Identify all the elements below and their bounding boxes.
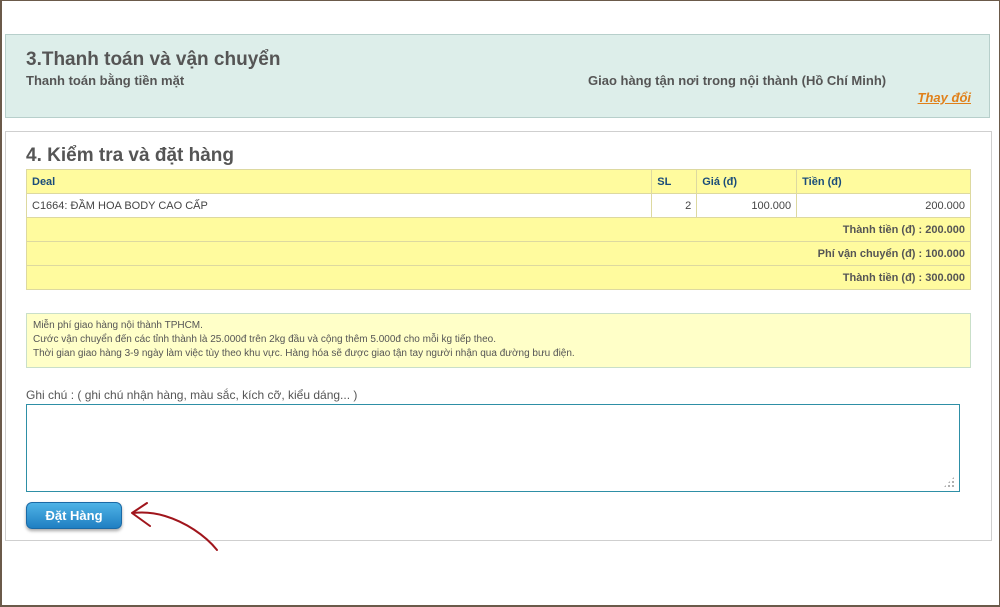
- shipping-method-text: Giao hàng tận nơi trong nội thành (Hồ Ch…: [588, 73, 887, 88]
- subtotal-text: Thành tiền (đ) : 200.000: [26, 217, 971, 242]
- note-line: Miễn phí giao hàng nội thành TPHCM.: [33, 320, 203, 331]
- cell-deal: C1664: ĐẦM HOA BODY CAO CẤP: [25, 193, 653, 218]
- column-header-amount: Tiền (đ): [796, 169, 971, 194]
- column-header-qty: SL: [651, 169, 698, 194]
- table-row: C1664: ĐẦM HOA BODY CAO CẤP 2 100.000 20…: [25, 193, 971, 218]
- cell-amount: 200.000: [796, 193, 971, 218]
- comment-textarea[interactable]: [26, 404, 960, 492]
- shipping-fee-row: Phí vận chuyển (đ) : 100.000: [26, 241, 971, 266]
- note-line: Thời gian giao hàng 3-9 ngày làm việc tù…: [33, 348, 575, 359]
- note-line: Cước vận chuyển đến các tỉnh thành là 25…: [33, 334, 496, 345]
- cart-table: Deal SL Giá (đ) Tiền (đ) C1664: ĐẦM HOA …: [25, 169, 971, 290]
- review-order-section: 4. Kiểm tra và đặt hàng Deal SL Giá (đ) …: [5, 131, 992, 541]
- payment-shipping-section: 3.Thanh toán và vận chuyển Thanh toán bằ…: [5, 34, 990, 118]
- place-order-button[interactable]: Đặt Hàng: [26, 502, 122, 529]
- payment-method-text: Thanh toán bằng tiền mặt: [26, 73, 185, 88]
- section-title-payment-shipping: 3.Thanh toán và vận chuyển: [26, 49, 281, 70]
- comment-label: Ghi chú : ( ghi chú nhận hàng, màu sắc, …: [26, 388, 358, 402]
- total-row: Thành tiền (đ) : 300.000: [26, 265, 971, 290]
- subtotal-row: Thành tiền (đ) : 200.000: [26, 217, 971, 242]
- total-text: Thành tiền (đ) : 300.000: [26, 265, 971, 290]
- table-header-row: Deal SL Giá (đ) Tiền (đ): [25, 169, 971, 194]
- cell-price: 100.000: [696, 193, 798, 218]
- section-title-review-order: 4. Kiểm tra và đặt hàng: [26, 145, 235, 166]
- change-link[interactable]: Thay đổi: [918, 90, 971, 105]
- column-header-price: Giá (đ): [696, 169, 798, 194]
- column-header-deal: Deal: [25, 169, 653, 194]
- cell-qty: 2: [651, 193, 698, 218]
- shipping-fee-text: Phí vận chuyển (đ) : 100.000: [26, 241, 971, 266]
- shipping-note-box: Miễn phí giao hàng nội thành TPHCM. Cước…: [26, 313, 971, 368]
